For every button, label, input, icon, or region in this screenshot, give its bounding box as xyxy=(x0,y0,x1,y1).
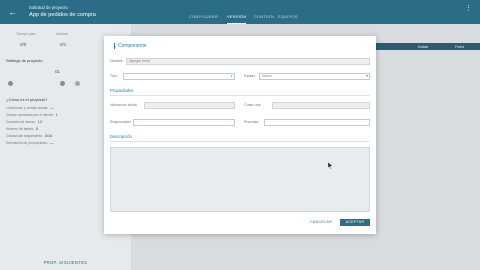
initial-estimate-input[interactable] xyxy=(144,102,235,109)
cancel-button[interactable]: CANCELAR xyxy=(306,219,336,226)
real-cost-input[interactable] xyxy=(272,102,370,109)
initial-estimate-label: Valoración inicial xyxy=(110,103,137,107)
spinner-icon[interactable]: ⇕ xyxy=(230,74,233,79)
info-line: Duración de tareas: 1.0 xyxy=(6,120,43,124)
back-arrow-icon[interactable]: ← xyxy=(8,7,18,17)
toggle-icon[interactable] xyxy=(75,81,80,86)
header-subtitle: Solicitud de proyecto xyxy=(29,5,68,10)
responsible-label: Responsable xyxy=(110,120,131,124)
description-section-title: Descripción xyxy=(110,134,132,139)
stat-label-1: Tiempo plan xyxy=(16,32,36,36)
header-title: App de pedidos de compra xyxy=(29,12,96,18)
info-line: Desviación de presupuesto: — xyxy=(6,141,54,145)
section-divider xyxy=(110,95,370,96)
properties-section-title: Propiedades xyxy=(110,88,134,93)
info-title: ¿Cómo es el proyecto? xyxy=(6,97,48,102)
state-select[interactable]: Nuevo ▾ xyxy=(259,73,370,80)
tab-version[interactable]: VERSIÓN xyxy=(227,14,247,24)
name-input[interactable]: Agregar tarea xyxy=(126,58,370,65)
stat-value-2: 0/1 xyxy=(60,42,67,47)
state-label: Estado xyxy=(244,74,256,78)
name-label: Nombre xyxy=(110,59,123,63)
more-vert-icon[interactable]: ⋮ xyxy=(465,5,472,13)
table-column-header: Fecha xyxy=(455,44,465,49)
type-label: Tipo xyxy=(110,74,117,78)
settings-title: Settings de proyecto xyxy=(6,58,43,63)
info-line: Línea base y versión actual: — xyxy=(6,106,54,110)
description-textarea[interactable] xyxy=(110,147,370,212)
real-cost-label: Coste real xyxy=(244,103,261,107)
tab-control[interactable]: CONTROL xyxy=(254,14,275,24)
header-tabs: CONFIGURAR VERSIÓN CONTROL EQUIPOS xyxy=(184,14,304,24)
status-dot-icon xyxy=(60,81,65,86)
dialog-title: Componente xyxy=(114,43,147,49)
priority-label: Prioridad xyxy=(244,120,259,124)
stat-label-2: Activos xyxy=(56,32,68,36)
status-dot-icon xyxy=(8,81,13,86)
chevron-down-icon: ▾ xyxy=(366,74,368,78)
tab-configurar[interactable]: CONFIGURAR xyxy=(189,14,218,24)
info-line: Número de tareas: 8 xyxy=(6,127,38,131)
settings-value: 01 xyxy=(55,69,61,74)
component-dialog: Componente Nombre Agregar tarea Tipo ⇕ E… xyxy=(104,36,376,234)
mouse-cursor-icon xyxy=(328,162,334,170)
stat-value-1: 0/0 xyxy=(20,42,27,47)
info-line: Calidad del seguimiento: 6/16 xyxy=(6,134,52,138)
app-header: ← Solicitud de proyecto App de pedidos d… xyxy=(0,0,480,24)
footer-button[interactable]: PROP. SIGUIENTES xyxy=(0,256,131,270)
state-value: Nuevo xyxy=(262,74,272,78)
accept-button[interactable]: ACEPTAR xyxy=(340,219,370,226)
type-select[interactable]: ⇕ xyxy=(123,73,235,80)
table-column-header: Estado xyxy=(418,44,429,49)
tab-equipos[interactable]: EQUIPOS xyxy=(278,14,298,24)
priority-input[interactable] xyxy=(264,119,370,126)
info-line: Versión aprobada por el cliente: 1 xyxy=(6,113,58,117)
responsible-input[interactable] xyxy=(133,119,235,126)
section-divider xyxy=(110,141,370,142)
